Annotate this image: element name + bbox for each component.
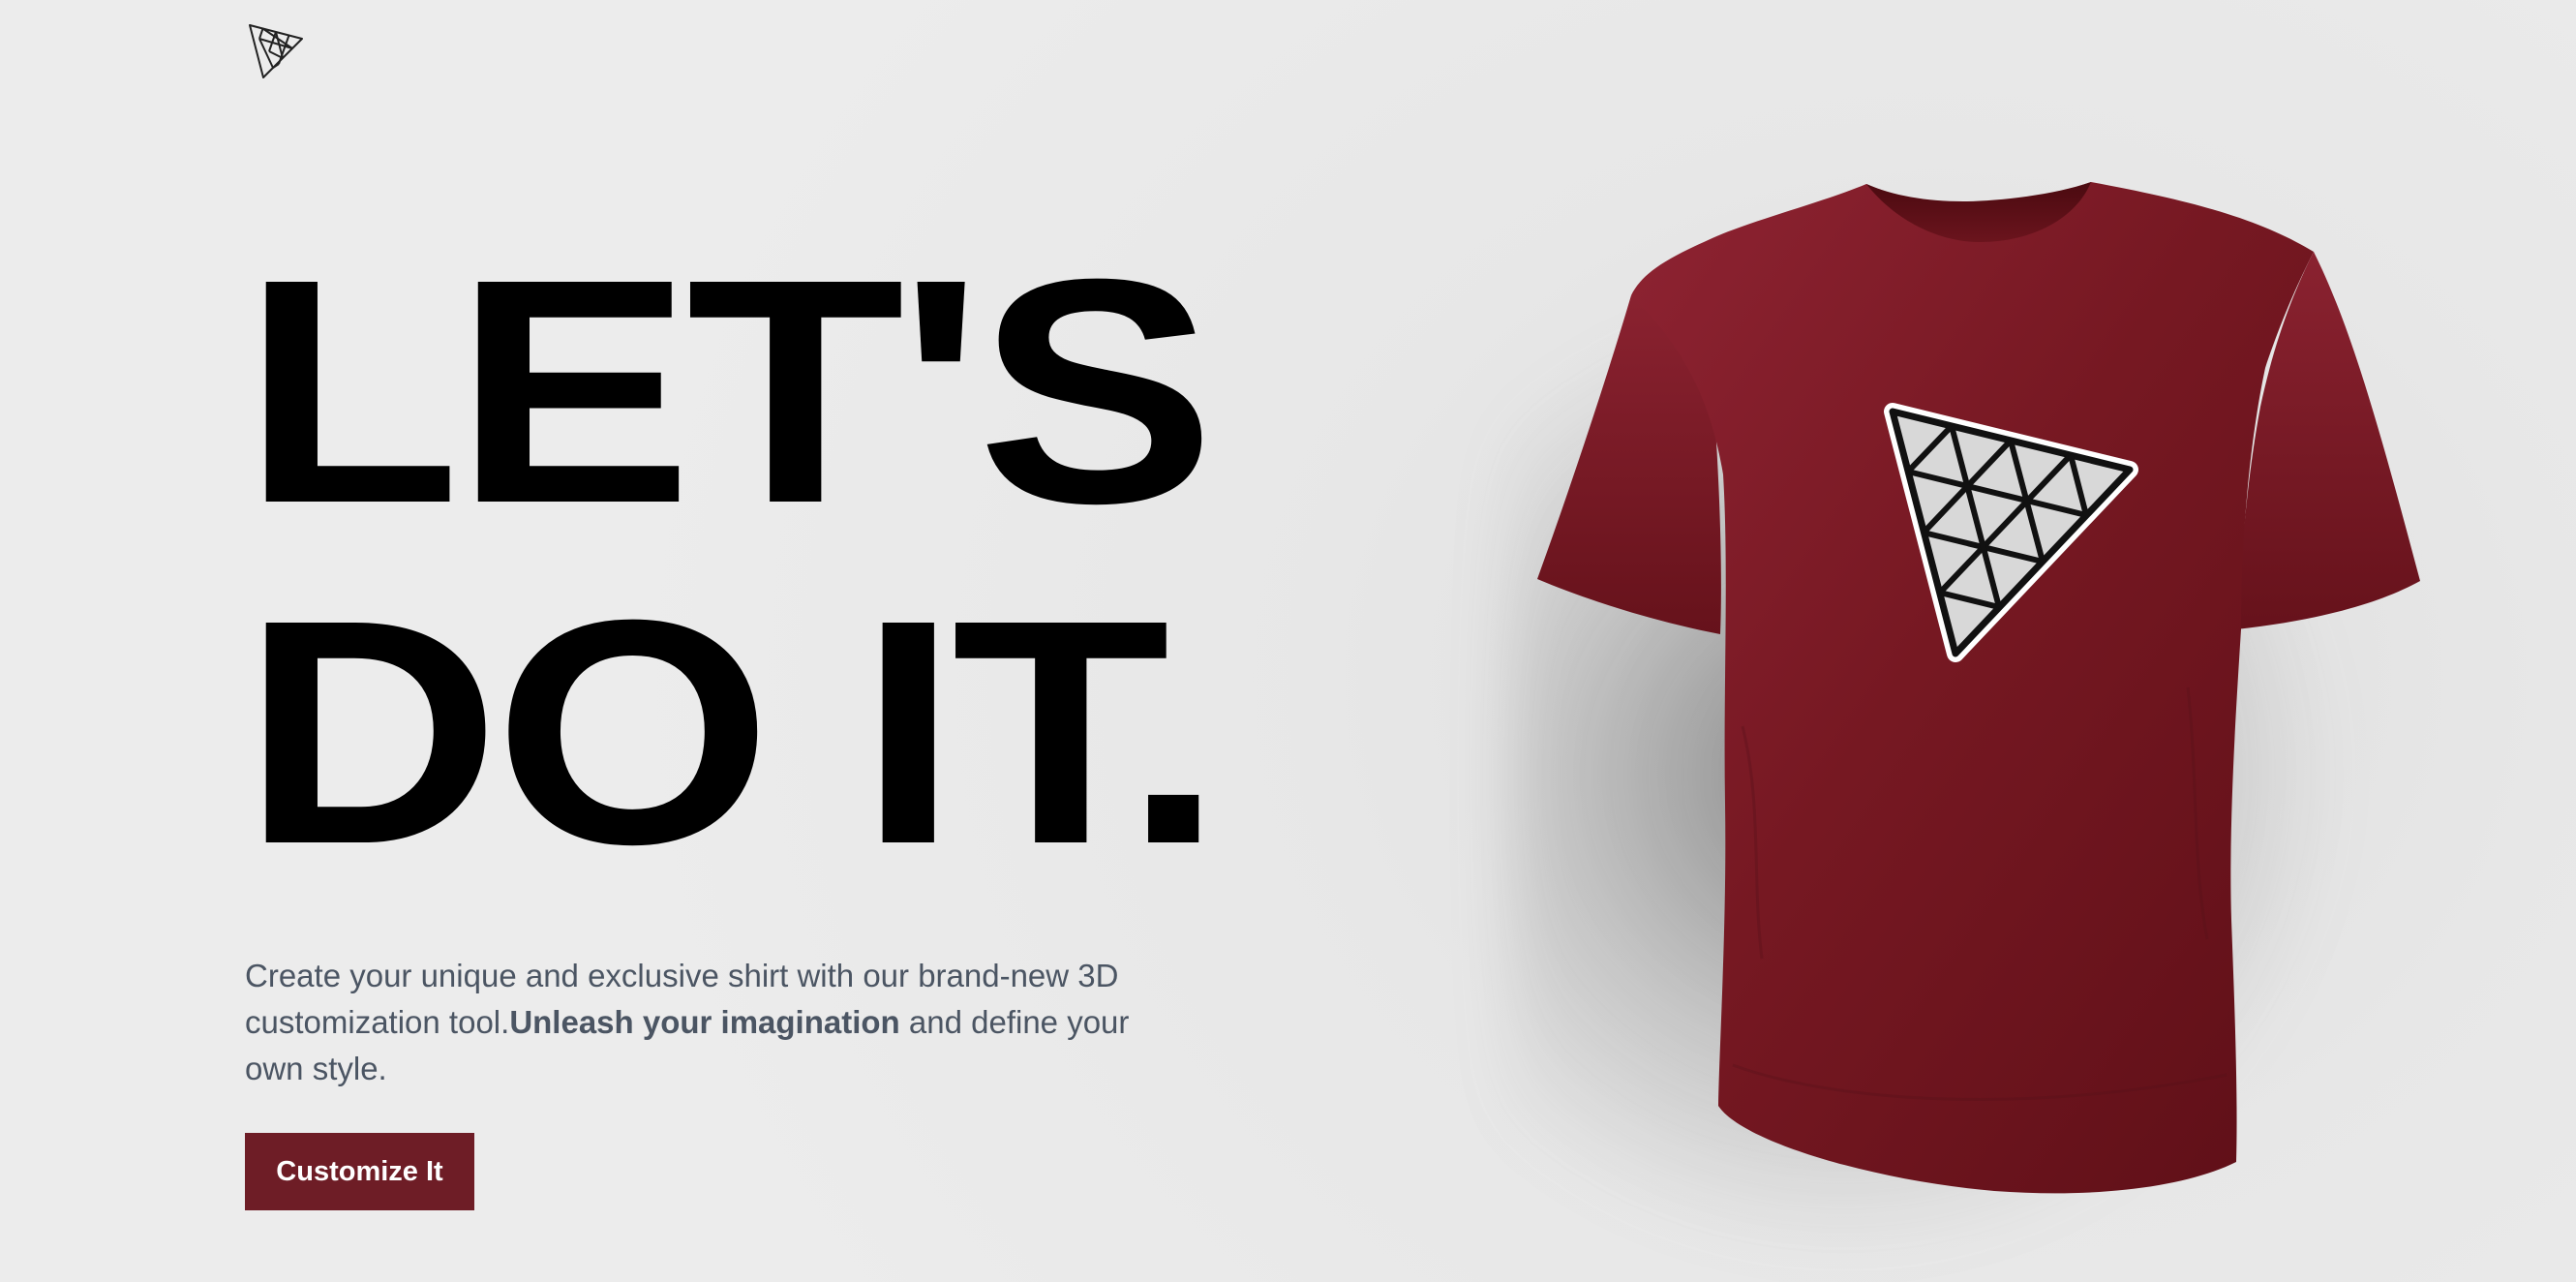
hero-title-line-1: LET'S xyxy=(242,212,1216,569)
hero-description-emphasis: Unleash your imagination xyxy=(509,1004,900,1040)
hero-title-line-2: DO IT. xyxy=(242,553,1224,910)
hero-title: LET'S DO IT. xyxy=(242,212,1224,910)
customize-it-button[interactable]: Customize It xyxy=(245,1133,474,1210)
tshirt-3d-model[interactable] xyxy=(1452,145,2517,1249)
triangle-mesh-logo-icon[interactable] xyxy=(246,21,306,81)
shirt-body xyxy=(1631,182,2314,1194)
hero-description: Create your unique and exclusive shirt w… xyxy=(245,953,1174,1092)
